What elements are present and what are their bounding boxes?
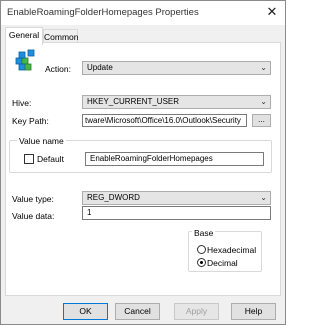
value-type-label: Value type:	[12, 194, 54, 204]
registry-cubes-icon	[14, 48, 38, 72]
window-title: EnableRoamingFolderHomepages Properties	[7, 7, 199, 18]
chevron-down-icon: ⌄	[260, 63, 267, 72]
base-group-label: Base	[192, 228, 216, 238]
ok-button[interactable]: OK	[63, 303, 108, 320]
browse-key-button[interactable]: ...	[252, 114, 271, 127]
action-select-value: Update	[87, 63, 113, 72]
value-name-group-label: Value name	[17, 136, 66, 146]
help-button[interactable]: Help	[231, 303, 276, 320]
value-name-input[interactable]: EnableRoamingFolderHomepages	[85, 152, 264, 166]
hive-select-value: HKEY_CURRENT_USER	[87, 97, 180, 106]
chevron-down-icon: ⌄	[260, 193, 267, 202]
default-checkbox-label: Default	[37, 154, 64, 164]
title-bar: EnableRoamingFolderHomepages Properties …	[1, 1, 285, 25]
value-data-input[interactable]: 1	[82, 206, 271, 220]
value-data-label: Value data:	[12, 211, 55, 221]
chevron-down-icon: ⌄	[260, 97, 267, 106]
key-path-label: Key Path:	[12, 116, 49, 126]
action-label: Action:	[45, 64, 71, 74]
cancel-button[interactable]: Cancel	[115, 303, 160, 320]
hexadecimal-radio[interactable]	[197, 245, 206, 254]
hive-label: Hive:	[12, 98, 32, 108]
value-type-select-value: REG_DWORD	[87, 193, 140, 202]
tab-general[interactable]: General	[5, 27, 43, 45]
close-icon[interactable]: ✕	[265, 4, 279, 20]
action-select[interactable]: Update ⌄	[82, 61, 271, 75]
default-checkbox[interactable]	[24, 154, 34, 164]
decimal-radio[interactable]	[197, 258, 206, 267]
hexadecimal-radio-label: Hexadecimal	[207, 245, 257, 255]
key-path-input[interactable]: tware\Microsoft\Office\16.0\Outlook\Secu…	[82, 114, 247, 127]
hive-select[interactable]: HKEY_CURRENT_USER ⌄	[82, 95, 271, 109]
apply-button[interactable]: Apply	[174, 303, 219, 320]
decimal-radio-label: Decimal	[207, 258, 238, 268]
value-type-select[interactable]: REG_DWORD ⌄	[82, 191, 271, 205]
